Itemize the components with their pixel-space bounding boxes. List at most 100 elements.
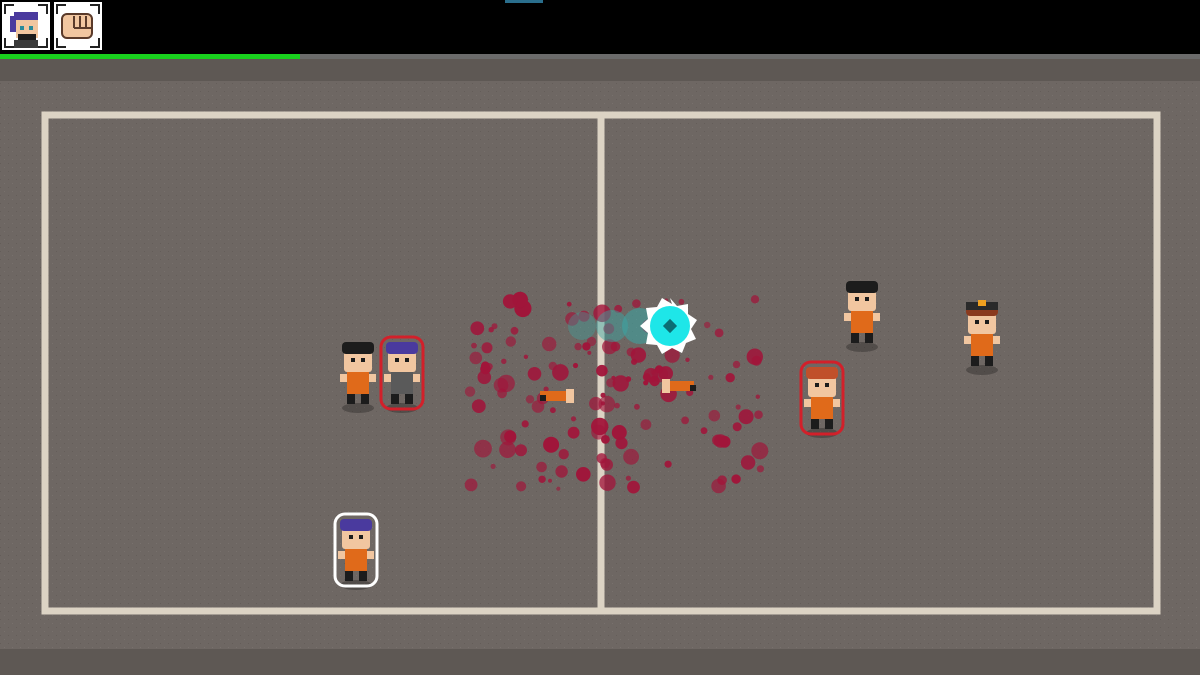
blood-drop [582,342,591,351]
blood-drop [527,367,542,381]
blood-drop [548,478,552,483]
blood-drop [664,460,672,468]
blood-drop [505,336,516,347]
top-hud [0,0,1200,54]
blood-drop [708,409,721,422]
blood-drop [542,336,557,352]
frame-corner [56,38,66,48]
frame-corner [4,4,14,14]
blood-drop [523,354,529,359]
downed-inmate [662,379,696,393]
blood-drop [543,436,560,453]
blood-drop [708,374,714,380]
blood-drop [525,395,535,404]
blood-drop [516,481,527,492]
blood-drop [470,321,485,336]
blood-drop [754,410,763,420]
arena-canvas[interactable] [0,59,1200,675]
blood-drop [625,475,632,481]
blood-drop [576,467,591,482]
blood-drop [591,424,606,440]
player-portrait-slot[interactable] [2,2,50,50]
blood-drop [488,327,494,333]
blood-drop [681,416,689,425]
frame-corner [90,4,100,14]
blood-drop [714,328,724,338]
weapon-slot[interactable] [54,2,102,50]
blood-drop [732,360,741,369]
blood-drop [501,358,507,364]
blood-drop [550,407,556,414]
blood-drop [643,380,649,386]
blood-drop [704,321,711,329]
blood-drop [555,465,568,478]
blood-drop [632,299,641,308]
blood-drop [515,444,527,457]
blood-drop [615,437,628,450]
frame-corner [56,4,66,14]
blood-drop [751,442,769,460]
frame-corner [90,38,100,48]
blood-drop [746,348,763,365]
blood-drop [634,403,640,410]
frame-corner [38,38,48,48]
blood-drop [471,399,486,413]
blood-drop [750,295,760,304]
blood-drop [572,362,579,369]
blood-drop [481,342,493,354]
blood-drop [490,463,496,469]
blood-drop [678,298,685,305]
blood-drop [543,386,549,392]
blood-drop [606,378,616,388]
bottom-wall-edge [0,649,1200,675]
blood-drop [556,486,561,491]
blood-drop [700,427,708,435]
blood-drop [725,373,735,383]
blood-drop [570,416,577,422]
top-wall-edge [0,59,1200,81]
frame-corner [38,4,48,14]
downed-inmate [540,389,574,403]
blood-drop [755,394,760,399]
blood-drop [504,430,517,443]
blood-drop [536,461,547,473]
blood-drop [640,419,652,430]
blood-drop [464,386,476,397]
blood-drop [599,458,611,469]
blood-drop [464,478,478,492]
blood-drop [731,474,741,484]
blood-drop [600,401,606,406]
blood-drop [558,449,569,460]
blood-drop [510,326,519,335]
blood-drop [471,342,477,349]
blood-drop [732,422,742,432]
blood-drop [521,420,529,428]
blood-drop [574,342,582,351]
blood-drop [474,439,492,458]
blood-drop [596,364,608,377]
blood-drop [552,364,569,381]
blood-drop [567,426,580,439]
blood-drop [735,404,741,410]
blood-drop [713,434,728,448]
blood-drop [493,377,509,393]
frame-corner [4,38,14,48]
blood-drop [623,448,639,465]
blood-drop [756,465,765,473]
blood-drop [627,480,640,494]
blood-drop [587,350,592,355]
objective-marker [505,0,543,3]
blood-drop [502,294,518,309]
blood-drop [538,475,546,483]
blood-drop [469,351,483,365]
blood-drop [480,361,490,371]
blood-drop [630,347,647,363]
blood-drop [717,475,727,486]
blood-drop [740,455,756,470]
blood-drop [685,357,690,362]
blood-drop [738,409,754,425]
game-arena[interactable] [0,59,1200,675]
blood-drop [566,301,572,307]
blood-drop [599,474,616,491]
blood-drop [531,400,545,413]
